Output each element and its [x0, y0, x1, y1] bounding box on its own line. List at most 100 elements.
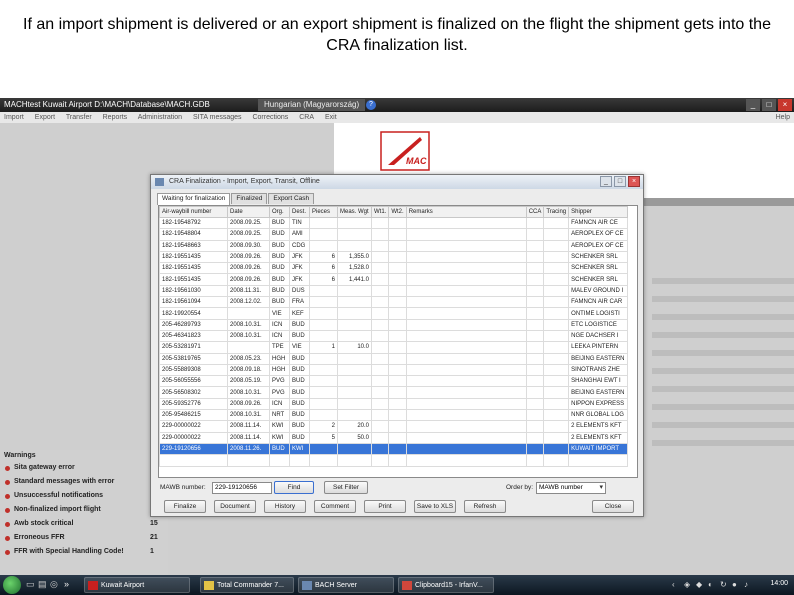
table-cell	[525, 329, 545, 343]
table-row[interactable]: 182-19561030 2008.11.31. BUD DUS MALEV GROUN…	[159, 284, 628, 298]
tab-finalized[interactable]: Finalized	[231, 193, 268, 204]
table-row[interactable]: 205-46289793 2008.10.31. ICN BUD ETC LOGISTI…	[159, 318, 628, 331]
dialog-titlebar[interactable]: CRA Finalization - Import, Export, Trans…	[151, 175, 643, 189]
comment-button[interactable]: Comment	[314, 500, 356, 513]
print-button[interactable]: Print	[364, 500, 406, 513]
column-header[interactable]: CCA	[525, 206, 545, 218]
finalize-button[interactable]: Finalize	[164, 500, 206, 513]
menu-administration[interactable]: Administration	[138, 114, 182, 121]
warning-item[interactable]: Sita gateway error	[0, 461, 168, 475]
explorer-icon[interactable]: ▤	[38, 579, 47, 590]
speaker-icon[interactable]: ♪	[744, 580, 748, 589]
warning-item[interactable]: FFR with Special Handling Code! 1	[0, 545, 168, 559]
start-button[interactable]	[3, 576, 21, 594]
column-header[interactable]: Tracing	[543, 206, 570, 218]
show-more-icon[interactable]: »	[64, 579, 69, 589]
task-irfanview[interactable]: Clipboard15 - IrfanV...	[398, 577, 494, 593]
minimize-button[interactable]: _	[746, 99, 760, 111]
table-cell	[388, 239, 407, 252]
table-row[interactable]: 205-53819765 2008.05.23. HGH BUD BEIJING EAS…	[159, 352, 628, 365]
dialog-close-button[interactable]: ×	[628, 176, 640, 187]
table-row[interactable]: 182-19548663 2008.09.30. BUD CDG AEROPLEX OF…	[159, 239, 628, 252]
table-row[interactable]: 205-55889308 2008.09.18. HGH BUD SINOTRANS Z…	[159, 363, 628, 377]
task-bach-server[interactable]: BACH Server	[298, 577, 394, 593]
task-kuwait-airport[interactable]: Kuwait Airport	[84, 577, 190, 593]
order-by-select[interactable]: MAWB number	[536, 482, 606, 494]
menu-cra[interactable]: CRA	[299, 114, 314, 121]
desktop-icon[interactable]: ▭	[26, 579, 35, 590]
document-button[interactable]: Document	[214, 500, 256, 513]
column-header[interactable]: Wt1.	[370, 206, 390, 218]
dialog-minimize-button[interactable]: _	[600, 176, 612, 187]
volume-icon[interactable]: ◐	[708, 580, 713, 589]
warning-item[interactable]: Awb stock critical 15	[0, 517, 168, 531]
arrow-left-icon[interactable]: ‹	[672, 580, 675, 589]
language-indicator[interactable]: Hungarian (Magyarország)	[258, 99, 366, 111]
warning-item[interactable]: Unsuccessful notifications	[0, 489, 168, 503]
table-row[interactable]: 205-56508302 2008.10.31. PVG BUD BEIJING EAS…	[159, 386, 628, 399]
table-cell: AEROPLEX OF CE	[568, 239, 628, 252]
network-icon[interactable]: ◈	[684, 580, 690, 589]
warning-item[interactable]: Non-finalized import flight	[0, 503, 168, 517]
menu-export[interactable]: Export	[35, 114, 55, 121]
warning-item[interactable]: Erroneous FFR 21	[0, 531, 168, 545]
menu-reports[interactable]: Reports	[103, 114, 128, 121]
table-row[interactable]: 205-56055556 2008.05.19. PVG BUD SHANGHAI EW…	[159, 375, 628, 388]
column-header[interactable]: Org.	[269, 206, 290, 218]
finalization-table[interactable]: Air-waybill number Date Org. Dest. Piece…	[158, 205, 638, 478]
table-cell	[337, 397, 372, 411]
table-row[interactable]: 182-19561094 2008.12.02. BUD FRA FAMNCN AIR …	[159, 296, 628, 309]
menu-exit[interactable]: Exit	[325, 114, 337, 121]
table-row[interactable]: 205-59352776 2008.09.26. ICN BUD NIPPON EXPR…	[159, 397, 628, 411]
menu-help[interactable]: Help	[776, 112, 790, 123]
column-header[interactable]: Dest.	[289, 206, 310, 218]
dialog-maximize-button[interactable]: □	[614, 176, 626, 187]
table-row[interactable]: 182-19920554 VIE KEF ONTIME LOGISTI	[159, 307, 628, 320]
table-row[interactable]: 205-53281971 TPE VIE 1 10.0 LEEKA PINTERN	[159, 341, 628, 354]
table-cell: 205-56508302	[159, 386, 228, 399]
maximize-button[interactable]: □	[762, 99, 776, 111]
menu-sita-messages[interactable]: SITA messages	[193, 114, 242, 121]
column-header[interactable]: Shipper	[568, 206, 628, 218]
table-row[interactable]: 205-95486215 2008.10.31. NRT BUD NNR GLOBAL …	[159, 409, 628, 422]
column-header[interactable]: Air-waybill number	[159, 206, 228, 218]
table-row[interactable]: 182-19551435 2008.09.26. BUD JFK 6 1,441.0 SCH…	[159, 273, 628, 286]
task-total-commander[interactable]: Total Commander 7...	[200, 577, 294, 593]
column-header[interactable]: Date	[227, 206, 270, 218]
table-cell: 6	[309, 250, 338, 264]
update-icon[interactable]: ●	[732, 580, 737, 589]
shield-icon[interactable]: ◆	[696, 580, 702, 589]
table-row[interactable]: 182-19551435 2008.09.26. BUD JFK 6 1,528.0 SCH…	[159, 262, 628, 275]
menu-import[interactable]: Import	[4, 114, 24, 121]
tab-export-cash[interactable]: Export Cash	[268, 193, 315, 204]
browser-icon[interactable]: ◎	[50, 579, 58, 590]
table-row[interactable]: 205-46341823 2008.10.31. ICN BUD NGE DACHSER…	[159, 329, 628, 343]
sync-icon[interactable]: ↻	[720, 580, 727, 589]
dialog-close-action-button[interactable]: Close	[592, 500, 634, 513]
find-button[interactable]: Find	[274, 481, 314, 494]
table-cell	[337, 239, 372, 252]
set-filter-button[interactable]: Set Filter	[324, 481, 368, 494]
save-to-xls-button[interactable]: Save to XLS	[414, 500, 456, 513]
table-row[interactable]: 229-00000022 2008.11.14. KWI BUD 5 50.0 2 ELEM…	[159, 431, 628, 444]
table-row[interactable]: 182-19548804 2008.09.25. BUD AMI AEROPLEX OF…	[159, 228, 628, 241]
refresh-button[interactable]: Refresh	[464, 500, 506, 513]
close-button[interactable]: ×	[778, 99, 792, 111]
column-header[interactable]: Pieces	[309, 206, 338, 218]
table-cell: BUD	[269, 284, 290, 298]
column-header[interactable]: Wt2.	[388, 206, 407, 218]
column-header[interactable]: Remarks	[405, 206, 527, 218]
menu-transfer[interactable]: Transfer	[66, 114, 92, 121]
warning-item[interactable]: Standard messages with error	[0, 475, 168, 489]
mawb-input[interactable]: 229-19120656	[212, 482, 272, 494]
column-header[interactable]: Meas. Wgt	[337, 206, 372, 218]
table-row[interactable]: 229-00000022 2008.11.14. KWI BUD 2 20.0 2 ELEM…	[159, 420, 628, 433]
table-cell	[337, 375, 372, 388]
history-button[interactable]: History	[264, 500, 306, 513]
table-row[interactable]: 182-19551435 2008.09.26. BUD JFK 6 1,355.0 SCH…	[159, 250, 628, 264]
tab-waiting-for-finalization[interactable]: Waiting for finalization	[157, 193, 231, 205]
table-row[interactable]: 229-19120656 2008.11.26. BUD KWI KUWAIT IMPO…	[159, 442, 628, 456]
table-row[interactable]: 182-19548792 2008.09.25. BUD TIN FAMNCN AIR …	[159, 216, 628, 230]
help-icon[interactable]: ?	[366, 100, 376, 110]
menu-corrections[interactable]: Corrections	[252, 114, 288, 121]
